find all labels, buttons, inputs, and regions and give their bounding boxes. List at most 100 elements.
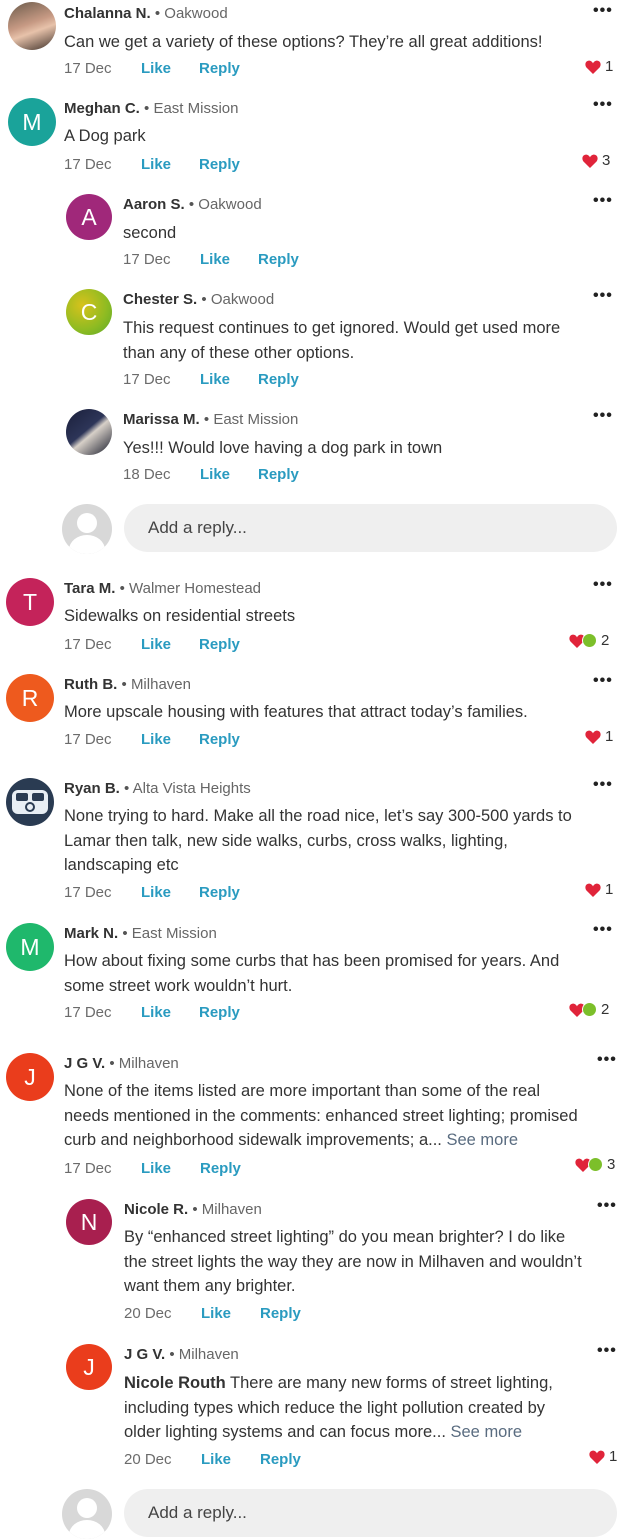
add-reply-input[interactable]: Add a reply... [124,504,617,552]
heart-icon [585,883,601,897]
more-options-icon[interactable]: ••• [593,776,613,794]
reply-button[interactable]: Reply [199,1004,240,1021]
see-more-link[interactable]: See more [446,1131,518,1149]
avatar[interactable]: R [6,674,54,722]
neighborhood[interactable]: Walmer Homestead [129,580,261,597]
avatar[interactable]: M [6,923,54,971]
author-name[interactable]: J G V. [64,1055,105,1072]
like-button[interactable]: Like [141,636,171,653]
author-name[interactable]: Nicole R. [124,1201,188,1218]
avatar[interactable]: J [6,1053,54,1101]
author-name[interactable]: Ruth B. [64,676,117,693]
author-name[interactable]: Aaron S. [123,196,185,213]
neighborhood[interactable]: Milhaven [179,1346,239,1363]
neighborhood[interactable]: East Mission [213,411,298,428]
avatar[interactable]: T [6,578,54,626]
separator: • [169,1346,175,1363]
like-button[interactable]: Like [141,731,171,748]
author-name[interactable]: Meghan C. [64,100,140,117]
more-options-icon[interactable]: ••• [593,576,613,594]
like-button[interactable]: Like [200,371,230,388]
reactions[interactable]: 3 [575,1156,615,1173]
avatar[interactable]: A [66,194,112,240]
reactions[interactable]: 1 [589,1448,617,1465]
more-options-icon[interactable]: ••• [597,1051,617,1069]
neighborhood[interactable]: Oakwood [164,5,227,22]
mention-link[interactable]: Nicole Routh [124,1374,226,1392]
like-button[interactable]: Like [141,1004,171,1021]
reactions[interactable]: 1 [585,728,613,745]
author-name[interactable]: Mark N. [64,925,118,942]
reply-button[interactable]: Reply [199,636,240,653]
avatar[interactable] [66,409,112,455]
author-name[interactable]: Tara M. [64,580,115,597]
neighborhood[interactable]: Alta Vista Heights [133,780,251,797]
like-button[interactable]: Like [141,60,171,77]
avatar[interactable] [6,778,54,826]
more-options-icon[interactable]: ••• [593,407,613,425]
neighborhood[interactable]: Milhaven [202,1201,262,1218]
neighborhood[interactable]: Milhaven [119,1055,179,1072]
more-options-icon[interactable]: ••• [593,2,613,20]
reactions[interactable]: 3 [582,152,610,169]
reactions[interactable]: 1 [585,881,613,898]
more-options-icon[interactable]: ••• [597,1342,617,1360]
comment-body: Yes!!! Would love having a dog park in t… [123,439,443,457]
author-name[interactable]: Marissa M. [123,411,200,428]
more-options-icon[interactable]: ••• [593,287,613,305]
reply-button[interactable]: Reply [258,251,299,268]
author-name[interactable]: Ryan B. [64,780,120,797]
comment-body: How about fixing some curbs that has bee… [64,952,560,995]
reactions[interactable]: 1 [585,58,613,75]
neighborhood[interactable]: East Mission [132,925,217,942]
avatar[interactable]: M [8,98,56,146]
separator: • [201,291,207,308]
see-more-link[interactable]: See more [451,1423,523,1441]
neighborhood[interactable]: Oakwood [198,196,261,213]
reply-button[interactable]: Reply [199,60,240,77]
more-options-icon[interactable]: ••• [593,96,613,114]
reply-button[interactable]: Reply [260,1305,301,1322]
like-button[interactable]: Like [141,156,171,173]
author-name[interactable]: Chalanna N. [64,5,151,22]
avatar[interactable]: C [66,289,112,335]
like-button[interactable]: Like [141,884,171,901]
neighborhood[interactable]: Milhaven [131,676,191,693]
more-options-icon[interactable]: ••• [593,192,613,210]
avatar[interactable]: J [66,1344,112,1390]
comment-body: More upscale housing with features that … [64,703,528,721]
like-button[interactable]: Like [200,251,230,268]
more-options-icon[interactable]: ••• [597,1197,617,1215]
reactions[interactable]: 2 [569,632,609,649]
reactions[interactable]: 2 [569,1001,609,1018]
more-options-icon[interactable]: ••• [593,921,613,939]
heart-icon [589,1450,605,1464]
reply-button[interactable]: Reply [260,1451,301,1468]
user-avatar-placeholder-icon [62,1489,112,1539]
reply-button[interactable]: Reply [258,371,299,388]
reaction-count: 3 [602,152,611,169]
comment-body: second [123,224,177,242]
reply-button[interactable]: Reply [199,731,240,748]
comment-body: None of the items listed are more import… [64,1082,578,1149]
reply-button[interactable]: Reply [200,1160,241,1177]
avatar[interactable] [8,2,56,50]
neighborhood[interactable]: East Mission [153,100,238,117]
avatar[interactable]: N [66,1199,112,1245]
neighborhood[interactable]: Oakwood [211,291,274,308]
like-button[interactable]: Like [201,1451,231,1468]
comment-date: 17 Dec [64,884,112,901]
heart-icon [585,730,601,744]
author-name[interactable]: J G V. [124,1346,165,1363]
like-button[interactable]: Like [141,1160,171,1177]
like-button[interactable]: Like [200,466,230,483]
reaction-count: 2 [601,632,610,649]
like-button[interactable]: Like [201,1305,231,1322]
reply-button[interactable]: Reply [199,884,240,901]
author-name[interactable]: Chester S. [123,291,197,308]
comment-date: 17 Dec [64,1004,112,1021]
more-options-icon[interactable]: ••• [593,672,613,690]
comment-date: 17 Dec [64,60,112,77]
reply-button[interactable]: Reply [199,156,240,173]
reply-button[interactable]: Reply [258,466,299,483]
